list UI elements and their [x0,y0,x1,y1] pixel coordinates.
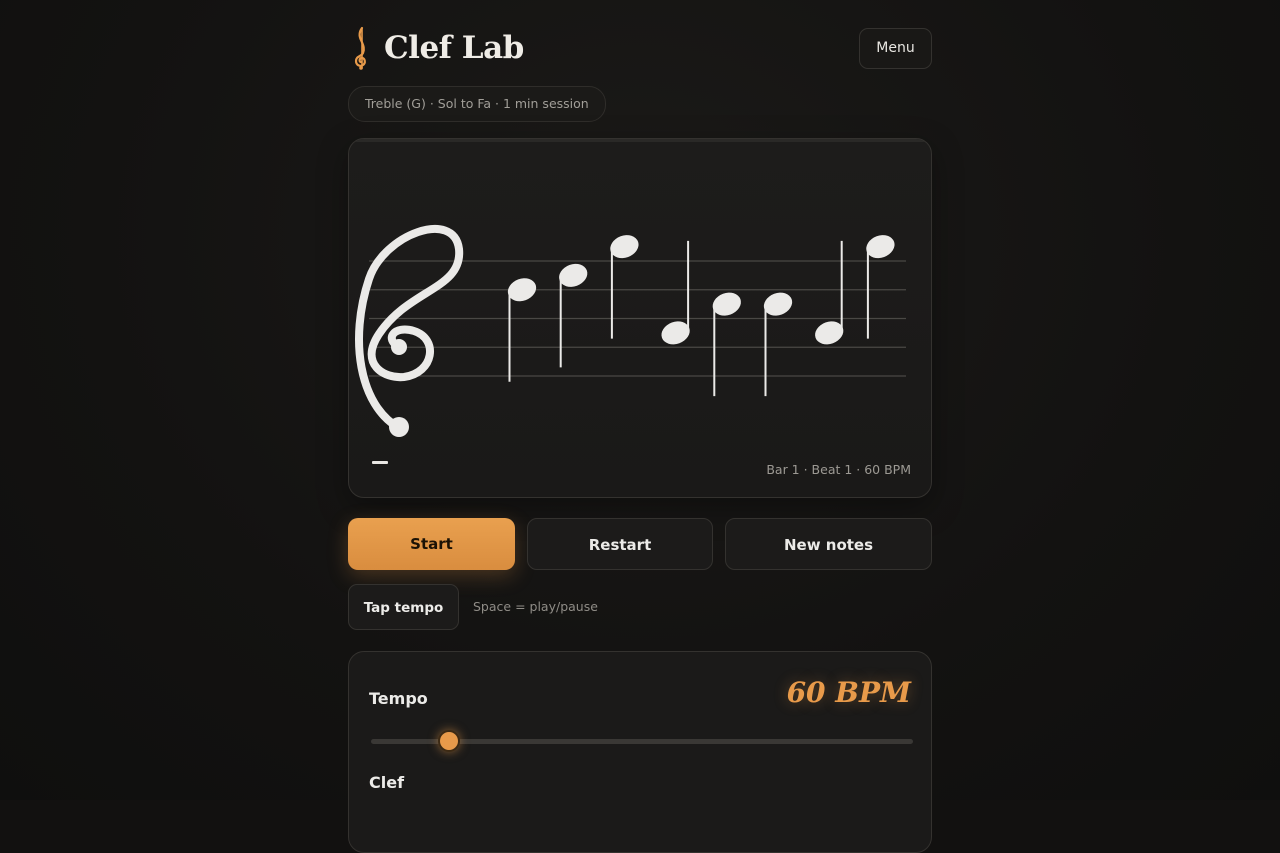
tap-tempo-button[interactable]: Tap tempo [348,584,459,630]
restart-button[interactable]: Restart [527,518,713,570]
tempo-label: Tempo [369,689,428,708]
header: Clef Lab Menu [348,26,932,70]
note [507,278,537,382]
staff-card: Bar 1 · Beat 1 · 60 BPM [348,138,932,498]
new-notes-button[interactable]: New notes [725,518,932,570]
note [610,235,639,339]
note [661,240,690,345]
tempo-slider-thumb[interactable] [437,730,460,752]
treble-clef-icon [355,225,464,432]
clef-dot [391,339,407,355]
clef-tail [389,417,409,437]
shortcut-hint: Space = play/pause [473,599,598,614]
tempo-value: 60 BPM [786,676,911,709]
treble-clef-icon [354,26,366,70]
menu-button[interactable]: Menu [859,28,932,69]
note [763,292,793,397]
note [559,263,588,368]
start-button[interactable]: Start [348,518,515,570]
bar-beat-status: Bar 1 · Beat 1 · 60 BPM [766,462,911,477]
note [866,235,895,339]
beat-indicator [372,461,388,464]
note [815,240,844,345]
clef-label: Clef [369,773,405,792]
music-staff [355,225,906,437]
app-title: Clef Lab [384,30,524,66]
note [712,292,741,397]
session-chip[interactable]: Treble (G) · Sol to Fa · 1 min session [348,86,606,122]
settings-panel: Tempo 60 BPM Clef [348,651,932,853]
